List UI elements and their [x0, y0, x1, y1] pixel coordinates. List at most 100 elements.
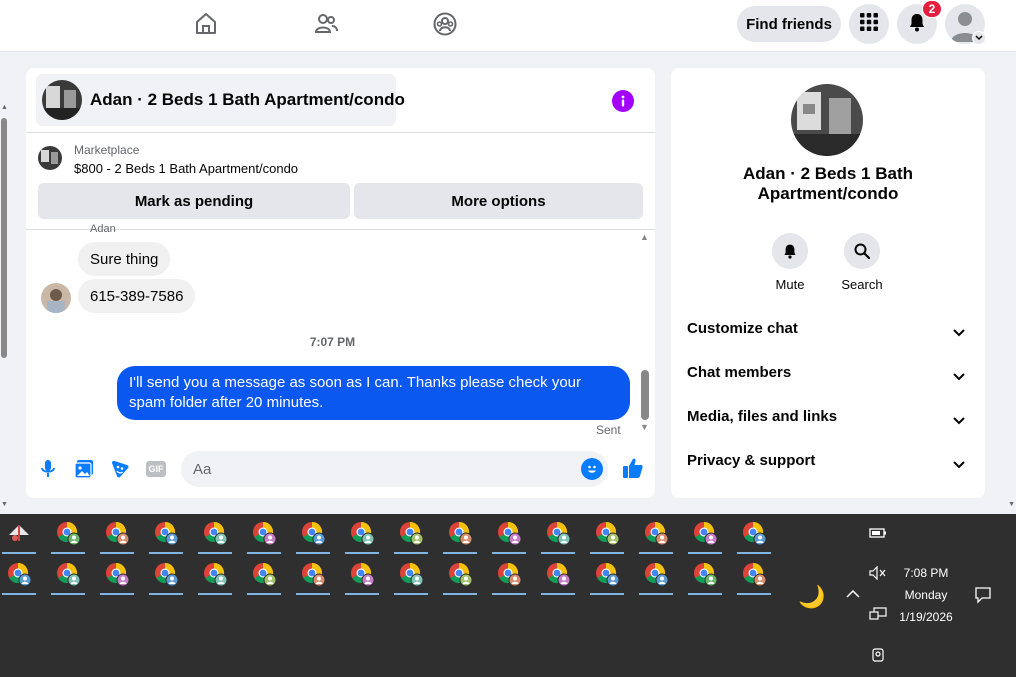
emoji-icon[interactable]: [581, 458, 603, 480]
taskbar-app-button[interactable]: [588, 516, 626, 554]
groups-icon[interactable]: [431, 10, 459, 38]
customize-chat-section[interactable]: Customize chat: [687, 320, 969, 344]
night-light-icon[interactable]: 🌙: [798, 584, 825, 610]
microphone-icon[interactable]: [37, 458, 59, 480]
chat-header[interactable]: Adan · 2 Beds 1 Bath Apartment/condo: [36, 74, 405, 126]
taskbar-app-button[interactable]: [0, 516, 38, 554]
conversation-avatar[interactable]: [791, 84, 863, 156]
taskbar-app-button[interactable]: [49, 516, 87, 554]
clock-day[interactable]: Monday: [890, 588, 962, 602]
chrome-profile-icon: [398, 520, 424, 551]
thumbs-up-icon[interactable]: [621, 456, 645, 480]
taskbar-app-button[interactable]: [392, 557, 430, 595]
taskbar-app-button[interactable]: [686, 557, 724, 595]
taskbar-app-button[interactable]: [196, 557, 234, 595]
gif-icon[interactable]: GIF: [145, 458, 167, 480]
chrome-profile-icon: [643, 520, 669, 551]
network-icon[interactable]: [869, 607, 887, 626]
taskbar-app-button[interactable]: [735, 557, 773, 595]
taskbar-app-button[interactable]: [392, 516, 430, 554]
chevron-down-icon: [953, 412, 965, 429]
taskbar-app-button[interactable]: [490, 516, 528, 554]
running-indicator: [639, 552, 673, 554]
chat-members-section[interactable]: Chat members: [687, 364, 969, 388]
chat-scroll-down-icon[interactable]: ▼: [640, 422, 649, 432]
incoming-message[interactable]: 615-389-7586: [78, 279, 196, 313]
running-indicator: [2, 552, 36, 554]
menu-button[interactable]: [849, 4, 889, 44]
taskbar-app-button[interactable]: [294, 557, 332, 595]
taskbar-app-button[interactable]: [490, 557, 528, 595]
taskbar-app-button[interactable]: [588, 557, 626, 595]
mute-button[interactable]: Mute: [760, 233, 820, 292]
scroll-left-arrow-icon[interactable]: ▼: [1, 501, 8, 508]
incoming-message[interactable]: Sure thing: [78, 242, 171, 276]
home-icon[interactable]: [192, 10, 220, 38]
chevron-down-icon: [953, 324, 965, 341]
taskbar-app-button[interactable]: [196, 516, 234, 554]
taskbar-app-button[interactable]: [539, 516, 577, 554]
horizontal-scrollbar[interactable]: ▼ ▼: [0, 500, 1016, 514]
scroll-right-arrow-icon[interactable]: ▼: [1008, 501, 1015, 508]
outgoing-message[interactable]: I'll send you a message as soon as I can…: [117, 366, 630, 420]
taskbar-app-button[interactable]: [343, 557, 381, 595]
top-navigation-bar: Find friends 2: [0, 0, 1016, 52]
more-options-button[interactable]: More options: [354, 183, 643, 219]
chat-scrollbar-thumb[interactable]: [641, 370, 649, 420]
gif-label: GIF: [146, 461, 166, 477]
show-hidden-icons-chevron-icon[interactable]: [846, 586, 860, 604]
listing-title[interactable]: $800 - 2 Beds 1 Bath Apartment/condo: [74, 161, 298, 176]
chrome-profile-icon: [104, 520, 130, 551]
taskbar-app-button[interactable]: [98, 557, 136, 595]
listing-thumbnail[interactable]: [38, 146, 62, 170]
mark-as-pending-button[interactable]: Mark as pending: [38, 183, 350, 219]
taskbar-app-button[interactable]: [735, 516, 773, 554]
action-center-icon[interactable]: [974, 586, 992, 609]
info-icon[interactable]: [612, 90, 634, 112]
clock-time[interactable]: 7:08 PM: [890, 566, 962, 580]
scroll-up-arrow-icon[interactable]: ▲: [1, 104, 8, 111]
sticker-icon[interactable]: [109, 458, 131, 480]
taskbar-app-button[interactable]: [637, 516, 675, 554]
taskbar-app-button[interactable]: [294, 516, 332, 554]
sender-avatar[interactable]: [41, 283, 71, 313]
taskbar-app-button[interactable]: [147, 516, 185, 554]
page-scrollbar[interactable]: ▲ ▼: [0, 100, 8, 512]
running-indicator: [51, 593, 85, 595]
volume-muted-icon[interactable]: [869, 565, 887, 585]
message-composer[interactable]: [181, 451, 608, 487]
meet-now-icon[interactable]: [871, 647, 885, 668]
taskbar-app-button[interactable]: [539, 557, 577, 595]
chrome-profile-icon: [741, 561, 767, 592]
chat-avatar: [42, 80, 82, 120]
search-button[interactable]: Search: [832, 233, 892, 292]
taskbar-app-button[interactable]: [49, 557, 87, 595]
media-files-links-section[interactable]: Media, files and links: [687, 408, 969, 432]
taskbar-app-button[interactable]: [637, 557, 675, 595]
photo-icon[interactable]: [73, 458, 95, 480]
taskbar-app-button[interactable]: [343, 516, 381, 554]
taskbar-app-button[interactable]: [0, 557, 38, 595]
taskbar-app-button[interactable]: [147, 557, 185, 595]
friends-icon[interactable]: [312, 10, 340, 38]
clock-date[interactable]: 1/19/2026: [890, 610, 962, 624]
taskbar-app-button[interactable]: [686, 516, 724, 554]
find-friends-button[interactable]: Find friends: [737, 6, 841, 42]
chevron-down-icon[interactable]: [972, 31, 986, 45]
taskbar-app-button[interactable]: [98, 516, 136, 554]
taskbar-app-button[interactable]: [245, 557, 283, 595]
page-scrollbar-thumb[interactable]: [1, 118, 7, 358]
running-indicator: [2, 593, 36, 595]
taskbar-app-button[interactable]: [441, 557, 479, 595]
running-indicator: [541, 593, 575, 595]
running-indicator: [737, 552, 771, 554]
privacy-support-section[interactable]: Privacy & support: [687, 452, 969, 476]
running-indicator: [345, 552, 379, 554]
taskbar-app-button[interactable]: [245, 516, 283, 554]
chrome-profile-icon: [104, 561, 130, 592]
running-indicator: [100, 593, 134, 595]
message-input[interactable]: [193, 459, 573, 479]
taskbar-app-button[interactable]: [441, 516, 479, 554]
chat-scroll-up-icon[interactable]: ▲: [640, 232, 649, 242]
battery-icon[interactable]: [869, 526, 887, 545]
